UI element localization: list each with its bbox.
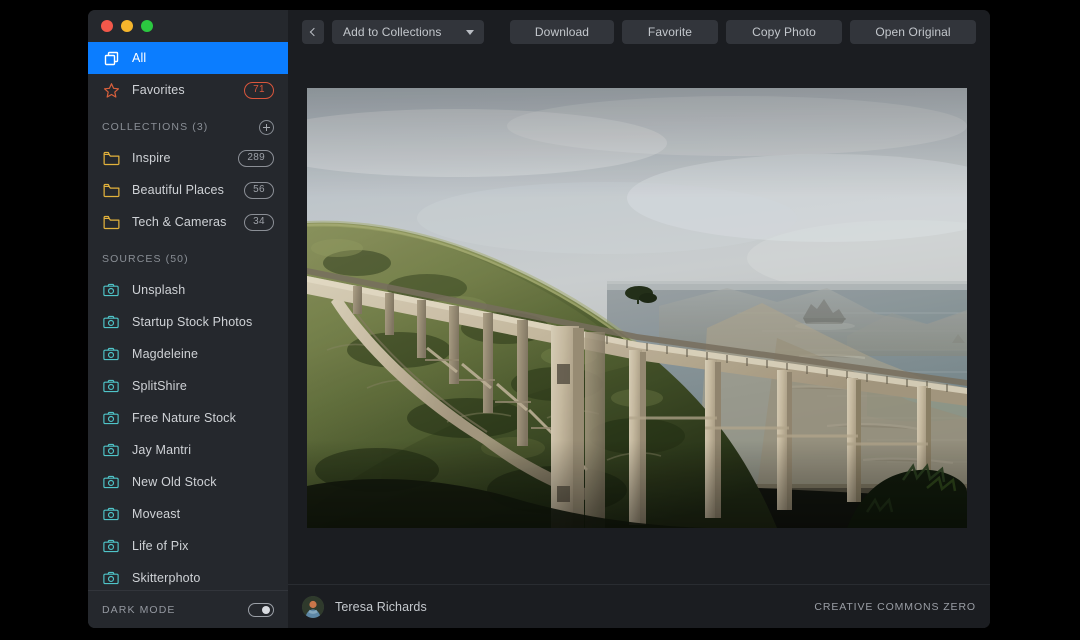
maximize-window-button[interactable]: [141, 20, 153, 32]
camera-icon: [102, 345, 120, 363]
sidebar-item-label: New Old Stock: [132, 475, 217, 489]
sidebar-item-label: Unsplash: [132, 283, 186, 297]
folder-icon: [102, 213, 120, 231]
sources-list: Unsplash Startup Stock Photos Magdeleine…: [88, 274, 288, 590]
sidebar-scroll-area[interactable]: All Favorites 71 COLLECTIONS (3) Inspire…: [88, 42, 288, 590]
sidebar-item-source[interactable]: Unsplash: [88, 274, 288, 306]
sidebar-item-source[interactable]: Startup Stock Photos: [88, 306, 288, 338]
sidebar-item-source[interactable]: Life of Pix: [88, 530, 288, 562]
camera-icon: [102, 281, 120, 299]
sidebar-item-source[interactable]: Skitterphoto: [88, 562, 288, 590]
photo-license-label: CREATIVE COMMONS ZERO: [814, 600, 976, 613]
caret-down-icon: [466, 29, 474, 35]
collection-count-badge: 34: [244, 213, 274, 231]
open-original-button[interactable]: Open Original: [850, 20, 976, 44]
camera-icon: [102, 377, 120, 395]
camera-icon: [102, 473, 120, 491]
sidebar-item-all[interactable]: All: [88, 42, 288, 74]
sidebar-item-source[interactable]: Moveast: [88, 498, 288, 530]
star-icon: [102, 81, 120, 99]
sidebar: All Favorites 71 COLLECTIONS (3) Inspire…: [88, 10, 288, 628]
minimize-window-button[interactable]: [121, 20, 133, 32]
back-button[interactable]: [302, 20, 324, 44]
sidebar-item-source[interactable]: Free Nature Stock: [88, 402, 288, 434]
sidebar-item-label: Inspire: [132, 151, 171, 165]
camera-icon: [102, 569, 120, 587]
chevron-left-icon: [309, 27, 319, 37]
photo-image: [307, 88, 967, 528]
collections-section-header: COLLECTIONS (3): [88, 112, 288, 142]
copy-photo-button[interactable]: Copy Photo: [726, 20, 842, 44]
sources-header-label: SOURCES (50): [102, 253, 189, 265]
status-bar: Teresa Richards CREATIVE COMMONS ZERO: [288, 584, 990, 628]
sidebar-item-tech-and-cameras[interactable]: Tech & Cameras 34: [88, 206, 288, 238]
sidebar-item-source[interactable]: Magdeleine: [88, 338, 288, 370]
favorites-count-badge: 71: [244, 81, 274, 99]
sidebar-item-label: Magdeleine: [132, 347, 199, 361]
sidebar-item-label: Jay Mantri: [132, 443, 192, 457]
collections-header-label: COLLECTIONS (3): [102, 121, 209, 133]
camera-icon: [102, 505, 120, 523]
favorite-button[interactable]: Favorite: [622, 20, 718, 44]
sidebar-item-source[interactable]: New Old Stock: [88, 466, 288, 498]
sidebar-item-label: Favorites: [132, 83, 185, 97]
avatar[interactable]: [302, 595, 324, 618]
collection-count-badge: 289: [238, 149, 274, 167]
toolbar: Add to Collections Download Favorite Cop…: [288, 10, 990, 54]
main-content: Add to Collections Download Favorite Cop…: [288, 10, 990, 628]
add-to-collections-dropdown[interactable]: Add to Collections: [332, 20, 484, 44]
sidebar-item-label: Moveast: [132, 507, 181, 521]
layers-icon: [102, 49, 120, 67]
sidebar-item-label: Startup Stock Photos: [132, 315, 253, 329]
camera-icon: [102, 537, 120, 555]
sidebar-item-beautiful-places[interactable]: Beautiful Places 56: [88, 174, 288, 206]
window-controls: [88, 10, 288, 42]
sidebar-item-label: SplitShire: [132, 379, 187, 393]
sidebar-item-label: Beautiful Places: [132, 183, 225, 197]
camera-icon: [102, 409, 120, 427]
dark-mode-toggle[interactable]: [248, 602, 274, 617]
dark-mode-label: DARK MODE: [102, 603, 176, 616]
sidebar-item-label: Life of Pix: [132, 539, 189, 553]
sidebar-item-label: Tech & Cameras: [132, 215, 227, 229]
add-to-collections-label: Add to Collections: [343, 25, 442, 39]
folder-icon: [102, 149, 120, 167]
collection-count-badge: 56: [244, 181, 274, 199]
folder-icon: [102, 181, 120, 199]
dark-mode-row[interactable]: DARK MODE: [88, 590, 288, 628]
camera-icon: [102, 313, 120, 331]
sources-section-header: SOURCES (50): [88, 244, 288, 274]
photo-author-name: Teresa Richards: [335, 599, 427, 614]
sidebar-item-source[interactable]: Jay Mantri: [88, 434, 288, 466]
sidebar-item-label: Skitterphoto: [132, 571, 201, 585]
sidebar-item-favorites[interactable]: Favorites 71: [88, 74, 288, 106]
close-window-button[interactable]: [101, 20, 113, 32]
sidebar-item-inspire[interactable]: Inspire 289: [88, 142, 288, 174]
sidebar-item-label: Free Nature Stock: [132, 411, 236, 425]
photo-stage: [288, 54, 990, 584]
app-window: All Favorites 71 COLLECTIONS (3) Inspire…: [88, 10, 990, 628]
plus-circle-icon[interactable]: [259, 119, 274, 135]
photo-viewer[interactable]: [307, 88, 967, 528]
sidebar-item-source[interactable]: SplitShire: [88, 370, 288, 402]
toggle-knob: [262, 605, 270, 614]
camera-icon: [102, 441, 120, 459]
download-button[interactable]: Download: [510, 20, 614, 44]
sidebar-item-label: All: [132, 51, 147, 65]
